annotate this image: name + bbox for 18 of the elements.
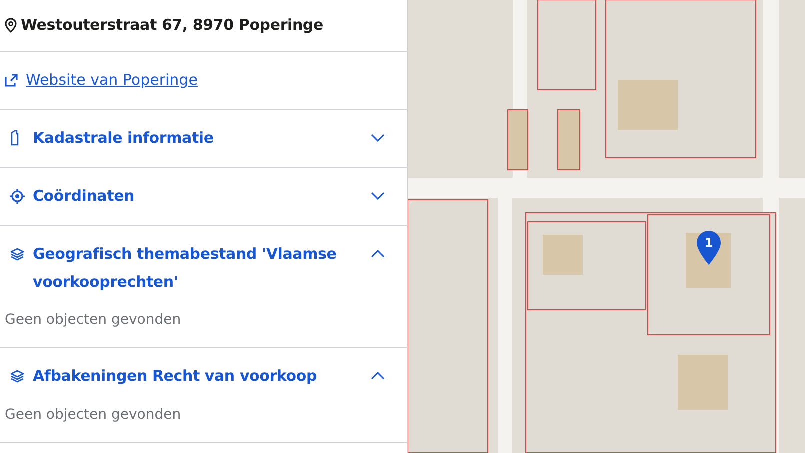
target-icon (10, 188, 24, 204)
website-link[interactable]: Website van Poperinge (26, 69, 198, 92)
empty-message: Geen objecten gevonden (5, 311, 182, 330)
section-header[interactable]: Kadastrale informatie (33, 124, 371, 152)
empty-message: Geen objecten gevonden (5, 406, 182, 425)
layers-icon (10, 248, 24, 260)
section-header[interactable]: Coördinaten (33, 182, 371, 210)
chevron-up-icon[interactable] (371, 372, 385, 380)
chevron-down-icon[interactable] (371, 134, 385, 142)
map-marker[interactable]: 1 (696, 230, 722, 266)
chevron-down-icon[interactable] (371, 192, 385, 200)
section-header[interactable]: Afbakeningen Recht van voorkoop (33, 362, 371, 390)
external-link-icon (5, 74, 18, 87)
chevron-up-icon[interactable] (371, 250, 385, 258)
location-pin-icon (5, 18, 17, 33)
address-text: Westouterstraat 67, 8970 Poperinge (21, 15, 324, 36)
layers-icon (10, 370, 24, 382)
section-header[interactable]: Geografisch themabestand 'Vlaamse voorkooprechten' (33, 240, 371, 296)
